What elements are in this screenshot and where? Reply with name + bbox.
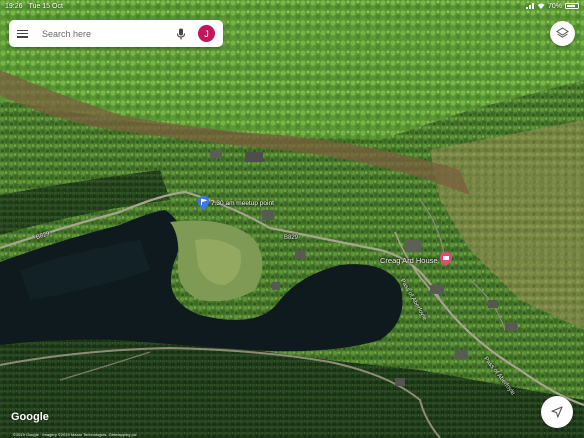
battery-icon (565, 3, 579, 9)
status-right: 70% (525, 2, 579, 10)
flag-pin-icon (198, 196, 209, 210)
road-label-b829-east: B829 (284, 235, 299, 241)
creag-ard-house-label[interactable]: Creag Ard House (380, 256, 438, 265)
hotel-pin-icon (440, 252, 452, 266)
status-bar: 19:26 Tue 15 Oct 70% (0, 0, 584, 12)
creag-ard-house-pin[interactable] (440, 252, 452, 271)
map-attribution[interactable]: ©2019 Google · Imagery ©2019 Maxar Techn… (13, 432, 137, 437)
signal-icon (525, 3, 534, 9)
google-logo: Google (11, 411, 49, 423)
battery-percent: 70% (547, 2, 562, 10)
navigation-arrow-icon (551, 406, 563, 418)
meetup-pin[interactable] (198, 196, 209, 215)
layers-button[interactable] (550, 21, 575, 46)
wifi-icon (537, 3, 545, 9)
meetup-pin-label[interactable]: 7.30 am meetup point (211, 200, 274, 207)
menu-icon[interactable] (17, 29, 28, 38)
search-bar[interactable]: Search here J (9, 20, 223, 47)
account-avatar[interactable]: J (198, 25, 215, 42)
status-date: Tue 15 Oct (28, 2, 63, 10)
search-input[interactable]: Search here (42, 29, 174, 39)
microphone-icon[interactable] (174, 27, 188, 41)
my-location-button[interactable] (541, 396, 573, 428)
status-time: 19:26 (5, 2, 23, 10)
layers-icon (556, 27, 569, 38)
